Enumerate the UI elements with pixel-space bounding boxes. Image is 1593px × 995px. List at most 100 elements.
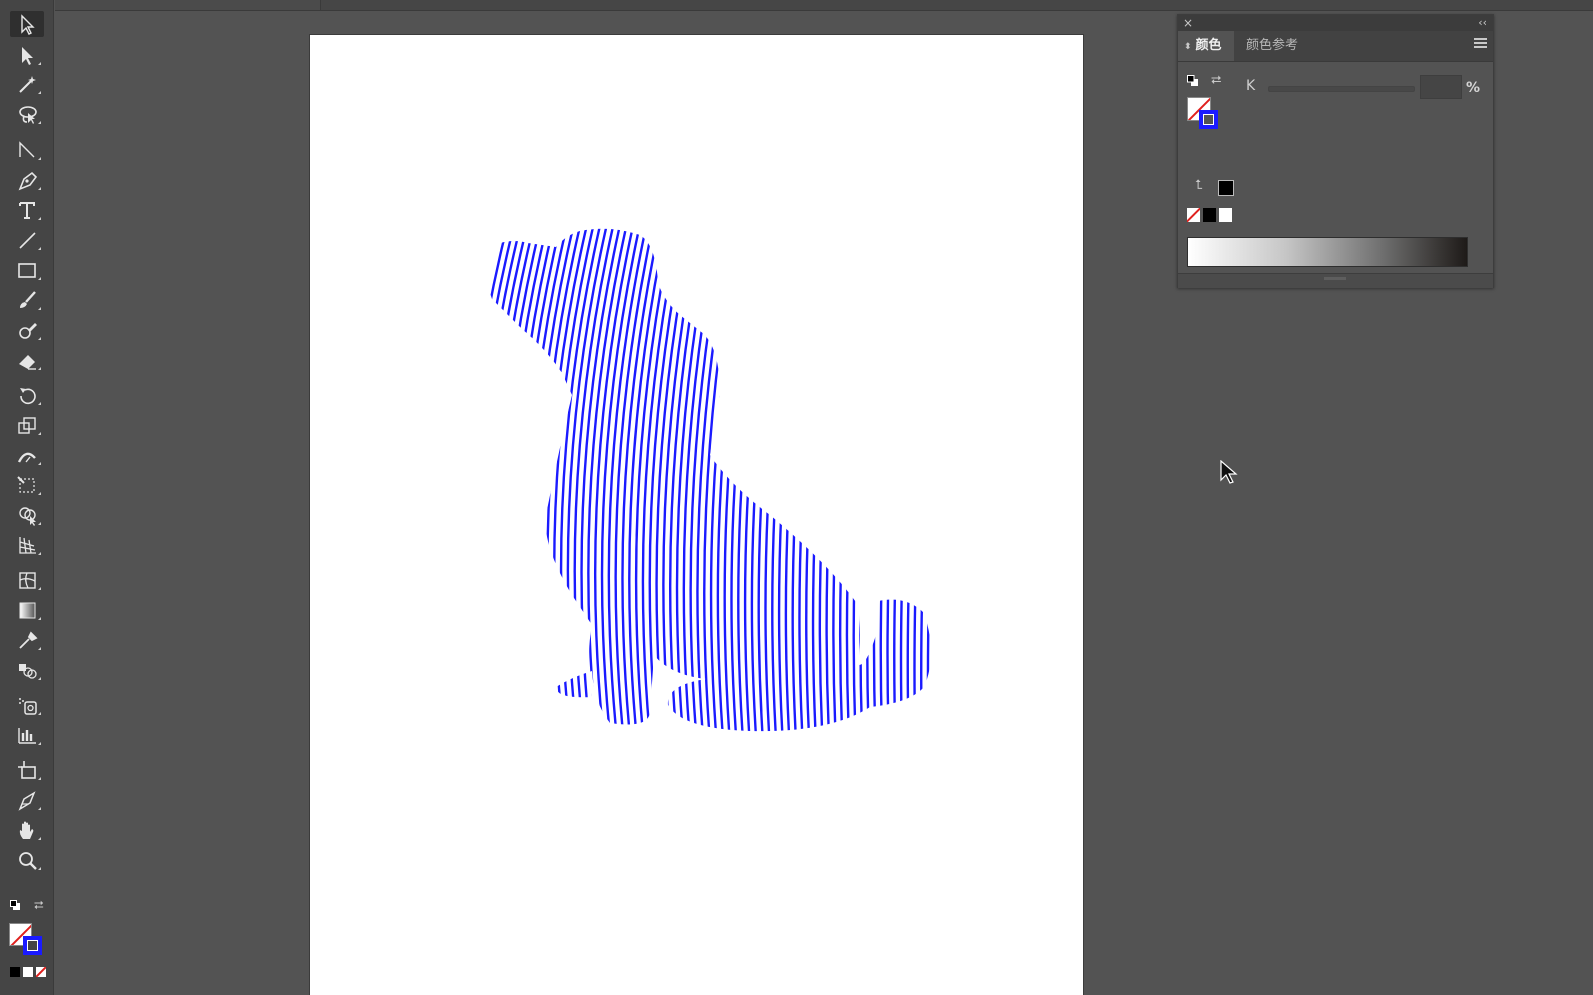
column-graph-tool-icon[interactable] [10,722,44,748]
shaper-tool-icon[interactable] [10,317,44,343]
panel-tab-bar: ⬍ 颜色 颜色参考 [1178,31,1493,62]
stripe-line [689,228,729,732]
pen-tool-icon[interactable] [10,167,44,193]
stripe-line [669,228,710,732]
scale-tool-icon[interactable] [10,412,44,438]
stripe-line [593,228,637,732]
default-fill-stroke-icon[interactable] [10,900,21,911]
panel-title-bar[interactable]: × ‹‹ [1178,15,1493,31]
gradient-tool-icon[interactable] [10,597,44,623]
stripe-line [485,228,518,732]
stripe-line [737,228,776,732]
stripe-line [628,228,670,732]
stripe-line [757,228,795,732]
zoom-tool-icon[interactable] [10,847,44,873]
k-slider-label: K [1246,78,1256,94]
stroke-swatch[interactable] [1199,110,1218,129]
shape-builder-tool-icon[interactable] [10,502,44,528]
panel-menu-icon[interactable] [1474,38,1487,52]
stripe-line [771,228,809,732]
free-transform-tool-icon[interactable] [10,472,44,498]
panel-resize-bar[interactable] [1178,273,1493,288]
k-slider[interactable] [1268,86,1415,92]
stripe-line [634,228,677,732]
mouse-cursor-icon [1220,460,1238,484]
dog-line-artwork[interactable] [310,35,1083,995]
type-tool-icon[interactable] [10,197,44,223]
tab-color-guide-label: 颜色参考 [1246,38,1299,53]
stripe-line [926,228,931,732]
stripe-line [920,228,931,732]
k-value-field[interactable] [1420,75,1462,99]
rectangle-tool-icon[interactable] [10,257,44,283]
selection-tool-icon[interactable] [10,11,44,37]
gamut-color-swatch[interactable] [1218,180,1234,196]
width-tool-icon[interactable] [10,442,44,468]
expand-options-icon[interactable]: ⬍ [1184,42,1192,52]
hand-tool-icon[interactable] [10,817,44,843]
stripe-line [709,228,749,732]
stripe-line [716,228,756,732]
stripe-line [600,228,644,732]
stripe-line [621,228,663,732]
blend-tool-icon[interactable] [10,657,44,683]
color-mode-buttons[interactable] [10,967,46,977]
direct-selection-tool-icon[interactable] [10,42,44,68]
stripe-line [798,228,835,732]
stripe-line [784,228,822,732]
stripe-line [607,228,650,732]
stripe-line [485,228,512,732]
stripe-line [764,228,802,732]
mesh-tool-icon[interactable] [10,567,44,593]
artboard-tool-icon[interactable] [10,757,44,783]
default-fill-stroke-icon[interactable] [1187,75,1199,87]
stripe-line [675,228,716,732]
stripe-line [587,228,630,732]
lasso-tool-icon[interactable] [10,101,44,127]
stripe-group [485,228,931,732]
close-icon[interactable]: × [1183,15,1193,31]
color-spectrum-ramp[interactable] [1187,237,1468,267]
tab-color-guide[interactable]: 颜色参考 [1246,31,1298,61]
stripe-line [614,228,657,732]
artboard[interactable] [310,35,1083,995]
swap-fill-stroke-icon[interactable]: ⮂ [1211,73,1221,88]
slice-tool-icon[interactable] [10,787,44,813]
stripe-line [559,228,604,732]
perspective-grid-tool-icon[interactable] [10,532,44,558]
none-swatch[interactable] [1187,208,1200,222]
line-segment-tool-icon[interactable] [10,227,44,253]
black-swatch[interactable] [1203,208,1216,222]
document-tab[interactable] [55,0,321,10]
stripe-line [641,228,683,732]
stripe-line [682,228,723,732]
stripe-line [703,228,743,732]
stripe-line [662,228,703,732]
rotate-tool-icon[interactable] [10,382,44,408]
tab-color-label: 颜色 [1195,38,1222,53]
stripe-line [580,228,624,732]
collapse-panel-icon[interactable]: ‹‹ [1478,15,1487,31]
stripe-line [913,228,931,732]
out-of-gamut-warning-icon[interactable]: ⮤ [1195,178,1203,193]
white-swatch[interactable] [1219,208,1232,222]
stripe-line [730,228,769,732]
tab-color[interactable]: ⬍ 颜色 [1178,31,1234,61]
eyedropper-tool-icon[interactable] [10,627,44,653]
k-unit-label: % [1466,80,1481,96]
eraser-tool-icon[interactable] [10,347,44,373]
stripe-line [777,228,815,732]
stripe-line [553,228,597,732]
symbol-sprayer-tool-icon[interactable] [10,692,44,718]
stripe-line [655,228,696,732]
stripe-line [648,228,690,732]
swap-fill-stroke-icon[interactable]: ⮂ [34,898,44,913]
stripe-line [505,228,551,732]
direct-line-tool-icon[interactable] [10,137,44,163]
stripe-line [906,228,931,732]
stroke-swatch[interactable] [23,936,42,955]
magic-wand-tool-icon[interactable] [10,71,44,97]
stripe-line [750,228,789,732]
paintbrush-tool-icon[interactable] [10,287,44,313]
tools-panel: ⮂ [0,0,54,995]
